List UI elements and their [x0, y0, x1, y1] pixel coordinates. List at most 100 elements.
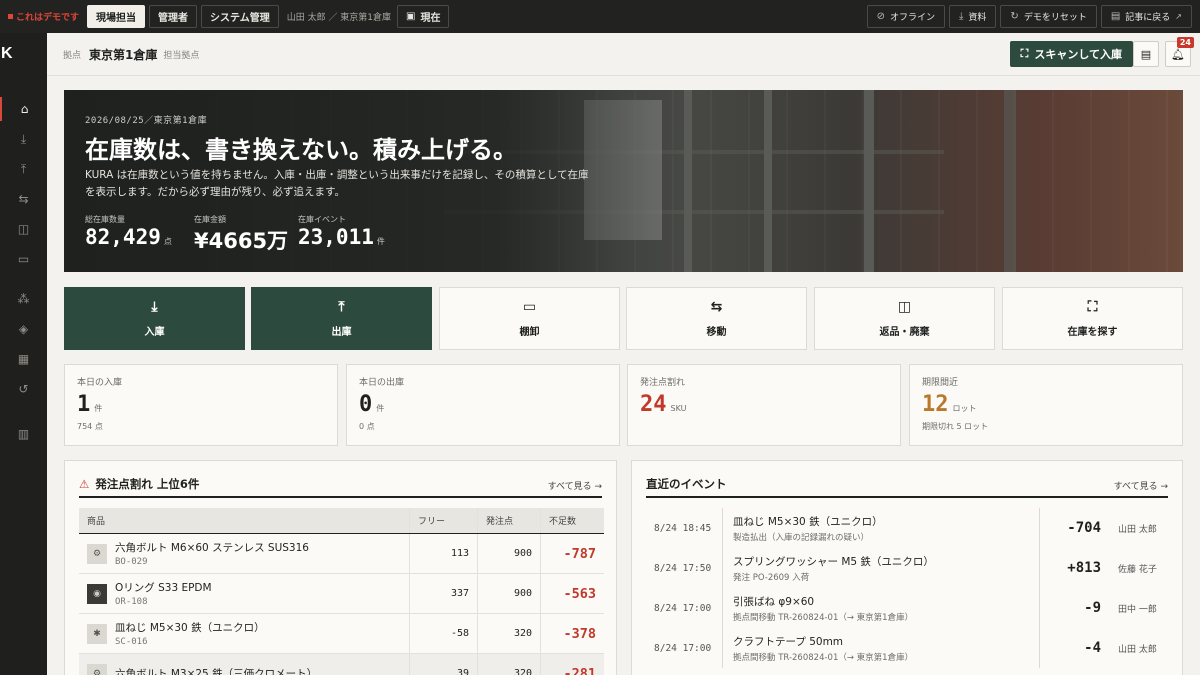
reset-icon: ↻: [1010, 11, 1019, 22]
kpi-sub: 754 点: [77, 422, 103, 431]
shortage: -563: [540, 574, 604, 613]
kpi-value: 12: [922, 392, 949, 417]
event-reason: 拠点間移動 TR-260824-01（→ 東京第1倉庫）: [733, 612, 914, 623]
free-qty: -58: [409, 614, 477, 653]
transfer-icon[interactable]: ⇆: [0, 187, 47, 211]
shortage: -378: [540, 614, 604, 653]
screw-thumbnail: ✱: [87, 623, 107, 644]
upload-icon: ⤒: [338, 299, 345, 315]
event-reason: 拠点間移動 TR-260824-01（→ 東京第1倉庫）: [733, 652, 914, 663]
role-tab-manager[interactable]: 管理者: [149, 5, 198, 28]
stocktake-label: 棚卸: [519, 327, 540, 338]
reorder-point: 320: [477, 654, 540, 675]
event-row[interactable]: 8/24 18:45 皿ねじ M5×30 鉄（ユニクロ） 製造払出（入庫の記録漏れ…: [646, 508, 1171, 548]
reorder-panel: ⚠ 発注点割れ 上位6件 すべて見る → 商品 フリー 発注点 不足数 ⚙ 六角ボル…: [64, 460, 617, 675]
top-bar: これはデモです 現場担当 管理者 システム管理 山田 太郎 ／ 東京第1倉庫 ▣…: [0, 0, 1200, 33]
event-user: 山田 太郎: [1118, 644, 1157, 655]
kpi-today-outbound[interactable]: 本日の出庫 0件 0 点: [346, 364, 620, 446]
kpi-unit: 件: [94, 404, 103, 413]
event-title: クラフトテープ 50mm: [733, 635, 844, 648]
user-breadcrumb: 山田 太郎 ／ 東京第1倉庫: [286, 13, 392, 23]
event-row[interactable]: 8/24 17:00 引張ばね φ9×60 拠点間移動 TR-260824-01（…: [646, 588, 1171, 628]
reorder-see-all-link[interactable]: すべて見る →: [548, 479, 602, 492]
location-label: 拠点: [63, 50, 82, 61]
inbound-icon[interactable]: ⤓: [0, 127, 47, 151]
hero-shelf-2: [764, 90, 772, 272]
hero-description: KURA は在庫数という値を持ちません。入庫・出庫・調整という出来事だけを記録し…: [85, 169, 589, 198]
list-view-button[interactable]: ▤: [1133, 41, 1159, 67]
warehouse-icon[interactable]: ⌂: [0, 97, 47, 121]
kpi-sub: 0 点: [359, 422, 375, 431]
kpi-sub: 期限切れ 5 ロット: [922, 422, 989, 431]
event-user: 山田 太郎: [1118, 524, 1157, 535]
kpi-value: 1: [77, 392, 91, 417]
notifications-button[interactable]: 🔔︎ 24: [1165, 37, 1194, 67]
shortage: -787: [540, 534, 604, 573]
events-see-all-link[interactable]: すべて見る →: [1114, 479, 1168, 492]
hero-shelf-3: [864, 90, 874, 272]
history-icon[interactable]: ↺: [0, 377, 47, 401]
find-stock-button[interactable]: ⛶ 在庫を探す: [1002, 287, 1183, 350]
scan-inbound-button[interactable]: ⛶ スキャンして入庫: [1009, 41, 1133, 67]
hero-title: 在庫数は、書き換えない。積み上げる。: [85, 136, 517, 164]
outbound-button[interactable]: ⤒ 出庫: [251, 287, 432, 350]
clipboard-icon[interactable]: ▭: [0, 247, 47, 271]
trash-icon[interactable]: ◫: [0, 217, 47, 241]
reset-demo-button[interactable]: ↻ デモをリセット: [1000, 5, 1097, 28]
outbound-icon[interactable]: ⤒: [0, 157, 47, 181]
bell-icon: 🔔︎: [1171, 47, 1185, 61]
warehouse-name[interactable]: 東京第1倉庫: [89, 46, 157, 63]
stat-label: 在庫イベント: [298, 215, 346, 224]
event-user: 田中 一郎: [1118, 604, 1157, 615]
event-title: 皿ねじ M5×30 鉄（ユニクロ）: [733, 515, 883, 528]
stocktake-button[interactable]: ▭ 棚卸: [439, 287, 620, 350]
event-qty: -704: [1039, 508, 1109, 548]
event-row[interactable]: 8/24 17:50 スプリングワッシャー M5 鉄（ユニクロ） 発注 PO-26…: [646, 548, 1171, 588]
kpi-today-inbound[interactable]: 本日の入庫 1件 754 点: [64, 364, 338, 446]
inbound-button[interactable]: ⤓ 入庫: [64, 287, 245, 350]
table-row[interactable]: ✱ 皿ねじ M5×30 鉄（ユニクロ） SC-016 -58 320 -378: [79, 614, 604, 654]
table-row[interactable]: ⚙ 六角ボルト M3×25 鉄（三価クロメート） 39 320 -281: [79, 654, 604, 675]
back-to-article-button[interactable]: ▤ 記事に戻る ↗: [1100, 5, 1192, 28]
bolt-thumbnail: ⚙: [87, 663, 107, 675]
grid-icon[interactable]: ▦: [0, 347, 47, 371]
event-qty: -9: [1039, 588, 1109, 628]
external-link-icon: ↗: [1175, 12, 1182, 21]
stat-label: 在庫金額: [194, 215, 226, 224]
transfer-button[interactable]: ⇆ 移動: [626, 287, 807, 350]
col-product[interactable]: 商品: [79, 514, 409, 527]
table-row[interactable]: ⚙ 六角ボルト M6×60 ステンレス SUS316 BO-029 113 900 …: [79, 534, 604, 574]
kpi-expiring[interactable]: 期限間近 12 ロット 期限切れ 5 ロット: [909, 364, 1183, 446]
kpi-reorder-breach[interactable]: 発注点割れ 24 SKU: [627, 364, 901, 446]
role-tab-sysadmin[interactable]: システム管理: [201, 5, 279, 28]
return-dispose-button[interactable]: ◫ 返品・廃棄: [814, 287, 995, 350]
kpi-unit: ロット: [952, 404, 977, 413]
reset-label: デモをリセット: [1023, 13, 1087, 23]
event-row[interactable]: 8/24 17:00 クラフトテープ 50mm 拠点間移動 TR-260824-0…: [646, 628, 1171, 668]
kpi-value: 24: [640, 392, 667, 417]
transfer-label: 移動: [706, 327, 727, 338]
now-button[interactable]: ▣ 現在: [397, 5, 450, 28]
hero-stat-inventory-value: 在庫金額 ¥4665万: [194, 214, 288, 255]
hero-stat-events: 在庫イベント 23,011 件: [298, 214, 385, 249]
docs-button[interactable]: ⤓ 資料: [948, 5, 997, 28]
trash-icon: ◫: [897, 299, 912, 315]
free-qty: 337: [409, 574, 477, 613]
document-icon: ▤: [1110, 11, 1121, 22]
layers-icon[interactable]: ◈: [0, 317, 47, 341]
reorder-point: 900: [477, 574, 540, 613]
event-time: 8/24 18:45: [654, 522, 712, 534]
table-row[interactable]: ◉ Oリング S33 EPDM OR-108 337 900 -563: [79, 574, 604, 614]
col-reorder-point[interactable]: 発注点: [477, 508, 540, 533]
network-icon[interactable]: ⁂: [0, 287, 47, 311]
hero-banner: 2026/08/25／東京第1倉庫 在庫数は、書き換えない。積み上げる。 KUR…: [64, 90, 1183, 272]
offline-button[interactable]: ⊘ オフライン: [866, 5, 945, 28]
wifi-off-icon: ⊘: [876, 11, 885, 22]
layout-icon[interactable]: ▥: [0, 422, 47, 446]
free-qty: 39: [409, 654, 477, 675]
role-tab-field[interactable]: 現場担当: [87, 5, 146, 28]
bolt-thumbnail: ⚙: [87, 543, 107, 564]
notification-badge: 24: [1176, 37, 1194, 48]
col-shortage[interactable]: 不足数: [540, 508, 604, 533]
col-free[interactable]: フリー: [409, 508, 477, 533]
